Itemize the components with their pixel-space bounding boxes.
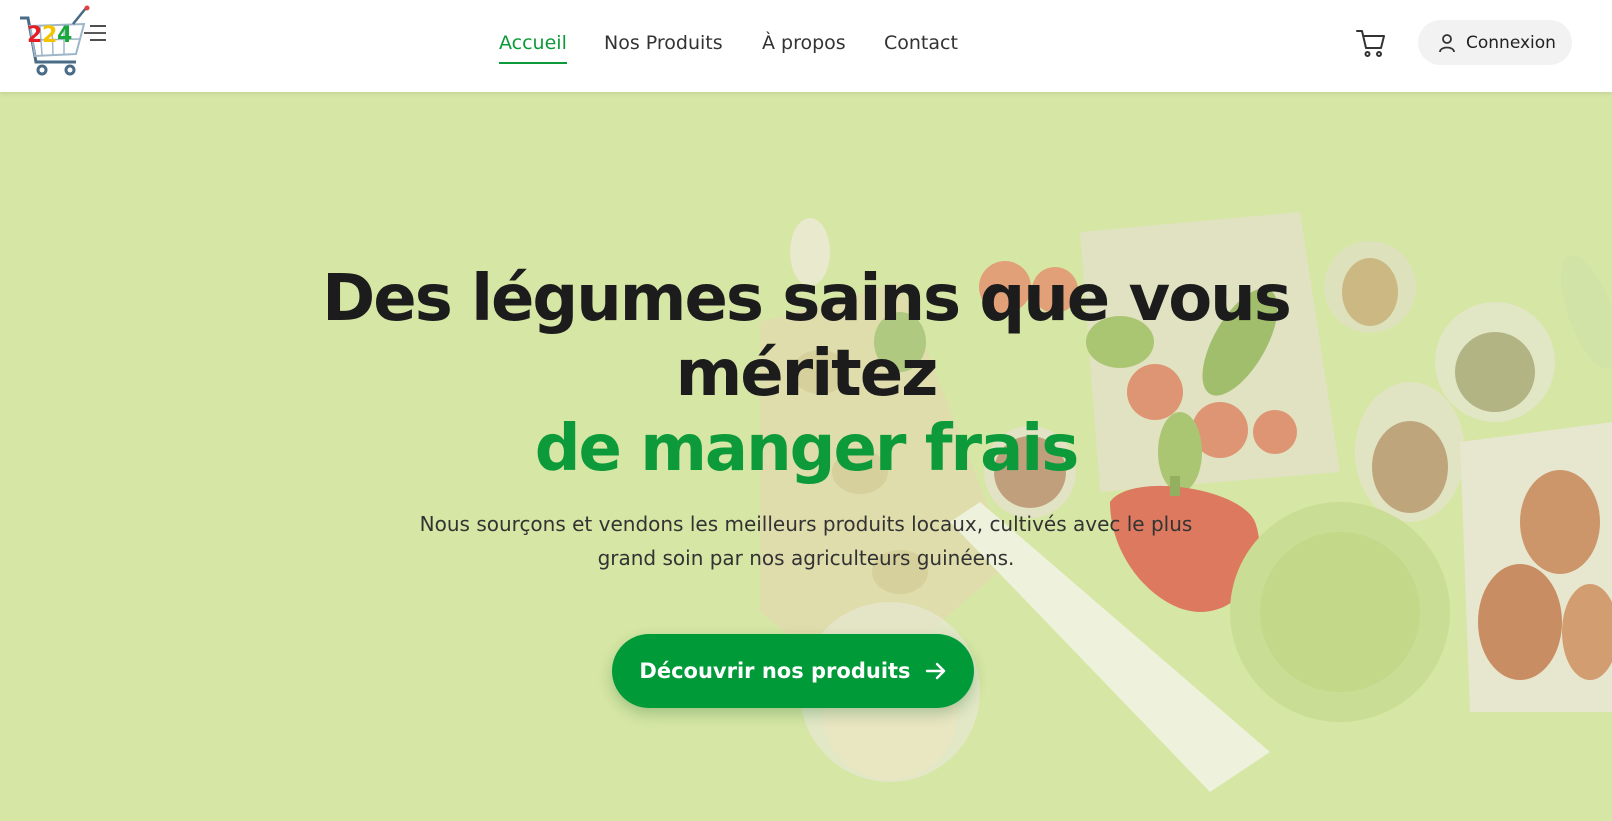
hero-content: Des légumes sains que vous méritez de ma…	[0, 262, 1612, 575]
arrow-right-icon	[925, 662, 945, 680]
cta-label: Découvrir nos produits	[639, 659, 911, 683]
login-button[interactable]: Connexion	[1418, 20, 1572, 65]
hero-section: Des légumes sains que vous méritez de ma…	[0, 92, 1612, 821]
headline-line-2: méritez	[675, 337, 939, 411]
cart-button[interactable]	[1354, 26, 1388, 60]
cart-icon	[1356, 30, 1385, 57]
login-label: Connexion	[1466, 32, 1556, 53]
nav-link-a-propos[interactable]: À propos	[762, 28, 846, 64]
headline-line-1: Des légumes sains que vous	[322, 262, 1292, 336]
discover-products-button[interactable]: Découvrir nos produits	[612, 634, 974, 708]
nav-link-accueil[interactable]: Accueil	[499, 28, 567, 64]
site-header: 2 2 4 Accueil Nos Produits À propos Cont…	[0, 0, 1612, 92]
hero-headline: Des légumes sains que vous méritez de ma…	[0, 262, 1612, 487]
user-icon	[1439, 33, 1455, 52]
headline-accent: de manger frais	[534, 412, 1080, 486]
nav-link-contact[interactable]: Contact	[884, 28, 958, 64]
hero-subtitle: Nous sourçons et vendons les meilleurs p…	[419, 512, 1193, 570]
nav-link-nos-produits[interactable]: Nos Produits	[604, 28, 723, 64]
